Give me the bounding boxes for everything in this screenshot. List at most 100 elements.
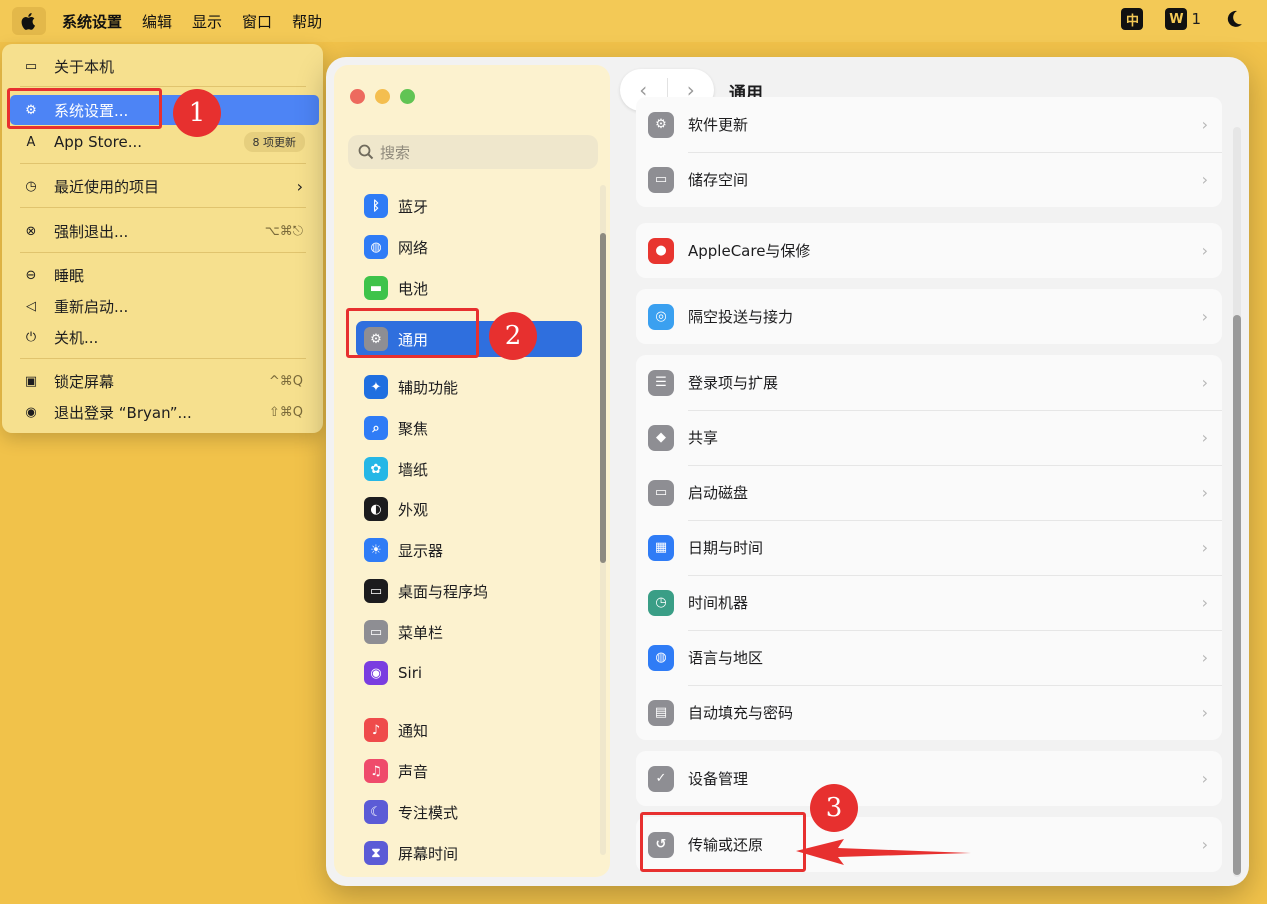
focus-moon-icon[interactable] [1223,8,1245,30]
menu-help[interactable]: 帮助 [292,11,322,32]
input-method-icon[interactable]: 中 [1121,8,1144,30]
menu-item-about[interactable]: ▭ 关于本机 [10,51,319,81]
sun-icon: ☀ [364,538,388,562]
zoom-button[interactable] [400,89,415,104]
main-scrollbar-thumb[interactable] [1233,315,1241,875]
settings-row-language-region[interactable]: ◍ 语言与地区 › [636,630,1222,685]
menubar-icon: ▭ [364,620,388,644]
settings-row-date-time[interactable]: ▦ 日期与时间 › [636,520,1222,575]
menu-app-name[interactable]: 系统设置 [62,11,122,32]
sidebar-item-desktop-dock[interactable]: ▭ 桌面与程序坞 [356,573,582,609]
clock-icon: ◷ [25,178,37,194]
sidebar-item-label: 聚焦 [398,419,429,438]
step-marker-3: 3 [810,784,858,832]
menu-view[interactable]: 显示 [192,11,222,32]
menu-item-label: 最近使用的项目 [54,177,160,196]
settings-row-autofill-passwords[interactable]: ▤ 自动填充与密码 › [636,685,1222,740]
settings-group: ⚙ 软件更新 › ▭ 储存空间 › [636,97,1222,207]
dock-icon: ▭ [364,579,388,603]
chevron-right-icon: › [1201,593,1208,612]
sidebar-item-siri[interactable]: ◉ Siri [356,655,582,691]
menu-item-label: 关于本机 [54,57,115,76]
menu-item-lock-screen[interactable]: ▣ 锁定屏幕 ^⌘Q [10,366,319,396]
window-controls [350,89,415,104]
settings-row-sharing[interactable]: ◆ 共享 › [636,410,1222,465]
sidebar-item-battery[interactable]: ▬ 电池 [356,270,582,306]
settings-row-label: 启动磁盘 [688,484,749,502]
sidebar-search-field[interactable]: 搜索 [348,135,598,169]
sidebar-item-accessibility[interactable]: ✦ 辅助功能 [356,369,582,405]
chevron-right-icon: › [1201,170,1208,189]
power-icon: ⏻ [25,329,37,345]
menu-item-recent[interactable]: ◷ 最近使用的项目 › [10,171,319,201]
menu-item-restart[interactable]: ◁ 重新启动... [10,291,319,321]
sidebar-item-wallpaper[interactable]: ✿ 墙纸 [356,451,582,487]
accessibility-icon: ✦ [364,375,388,399]
step-marker-1: 1 [173,89,221,137]
chevron-right-icon: › [1201,483,1208,502]
sidebar-item-displays[interactable]: ☀ 显示器 [356,532,582,568]
settings-row-startup-disk[interactable]: ▭ 启动磁盘 › [636,465,1222,520]
menu-divider [20,163,306,164]
settings-row-label: 软件更新 [688,116,749,134]
menu-item-log-out[interactable]: ◉ 退出登录 “Bryan”... ⇧⌘Q [10,397,319,427]
sidebar-item-appearance[interactable]: ◐ 外观 [356,491,582,527]
menu-item-shutdown[interactable]: ⏻ 关机... [10,322,319,352]
settings-row-airdrop-handoff[interactable]: ◎ 隔空投送与接力 › [636,289,1222,344]
sidebar-item-screen-time[interactable]: ⧗ 屏幕时间 [356,835,582,871]
menu-item-force-quit[interactable]: ⊗ 强制退出... ⌥⌘⎋ [10,216,319,246]
apple-menu-button[interactable] [12,7,46,35]
chevron-right-icon: › [1201,373,1208,392]
settings-row-label: 登录项与扩展 [688,374,779,392]
list-icon: ☰ [648,369,674,396]
lock-icon: ▣ [24,373,38,389]
settings-row-label: 时间机器 [688,594,749,612]
chevron-right-icon: › [1201,835,1208,854]
menu-item-app-store[interactable]: A App Store... 8 项更新 [10,127,319,157]
settings-group: ☰ 登录项与扩展 › ◆ 共享 › ▭ 启动磁盘 › ▦ 日期与时间 › ◷ 时间机器 › ◍ 语言与地区 › ▤ 自… [636,355,1222,740]
highlight-box-transfer-reset [640,812,806,872]
shortcut-label: ⌥⌘⎋ [264,223,303,239]
chevron-right-icon: › [296,176,303,196]
sidebar-scrollbar-thumb[interactable] [600,233,606,563]
apple-icon: ● [648,237,674,264]
chevron-right-icon: › [1201,115,1208,134]
minimize-button[interactable] [375,89,390,104]
magnifier-icon: ⌕ [364,416,388,440]
siri-icon: ◉ [364,661,388,685]
sidebar-item-label: 通知 [398,721,429,740]
flower-icon: ✿ [364,457,388,481]
sidebar-item-focus[interactable]: ☾ 专注模式 [356,794,582,830]
settings-row-login-items[interactable]: ☰ 登录项与扩展 › [636,355,1222,410]
sidebar-item-network[interactable]: ◍ 网络 [356,229,582,265]
menu-window[interactable]: 窗口 [242,11,272,32]
sidebar-item-label: 蓝牙 [398,197,429,216]
sidebar-item-bluetooth[interactable]: ᛒ 蓝牙 [356,188,582,224]
settings-row-storage[interactable]: ▭ 储存空间 › [636,152,1222,207]
wps-status-item[interactable]: W 1 [1165,8,1201,30]
sidebar-item-sound[interactable]: ♫ 声音 [356,753,582,789]
sidebar-item-label: 声音 [398,762,429,781]
settings-group: ● AppleCare与保修 › [636,223,1222,278]
settings-row-time-machine[interactable]: ◷ 时间机器 › [636,575,1222,630]
settings-row-applecare[interactable]: ● AppleCare与保修 › [636,223,1222,278]
settings-row-label: 储存空间 [688,171,749,189]
force-quit-icon: ⊗ [25,223,37,239]
sidebar-item-label: Siri [398,664,423,682]
settings-row-software-update[interactable]: ⚙ 软件更新 › [636,97,1222,152]
settings-row-label: 隔空投送与接力 [688,308,794,326]
menu-edit[interactable]: 编辑 [142,11,172,32]
sidebar-item-label: 屏幕时间 [398,844,459,863]
drive-icon: ▭ [648,166,674,193]
settings-sidebar: 搜索 ᛒ 蓝牙 ◍ 网络 ▬ 电池 ⚙ 通用 ✦ 辅助功能 ⌕ 聚焦 ✿ 墙纸 ◐ 外观 ☀ 显示器 ▭ 桌面与程序坞… [334,65,610,877]
close-button[interactable] [350,89,365,104]
settings-row-device-management[interactable]: ✓ 设备管理 › [636,751,1222,806]
sidebar-item-notifications[interactable]: ♪ 通知 [356,712,582,748]
menu-divider [20,252,306,253]
wps-icon: W [1165,8,1188,30]
sidebar-item-spotlight[interactable]: ⌕ 聚焦 [356,410,582,446]
sidebar-item-label: 墙纸 [398,460,429,479]
menu-item-sleep[interactable]: ⊖ 睡眠 [10,260,319,290]
sidebar-item-menu-bar[interactable]: ▭ 菜单栏 [356,614,582,650]
arrow-pointer-icon [796,839,971,865]
